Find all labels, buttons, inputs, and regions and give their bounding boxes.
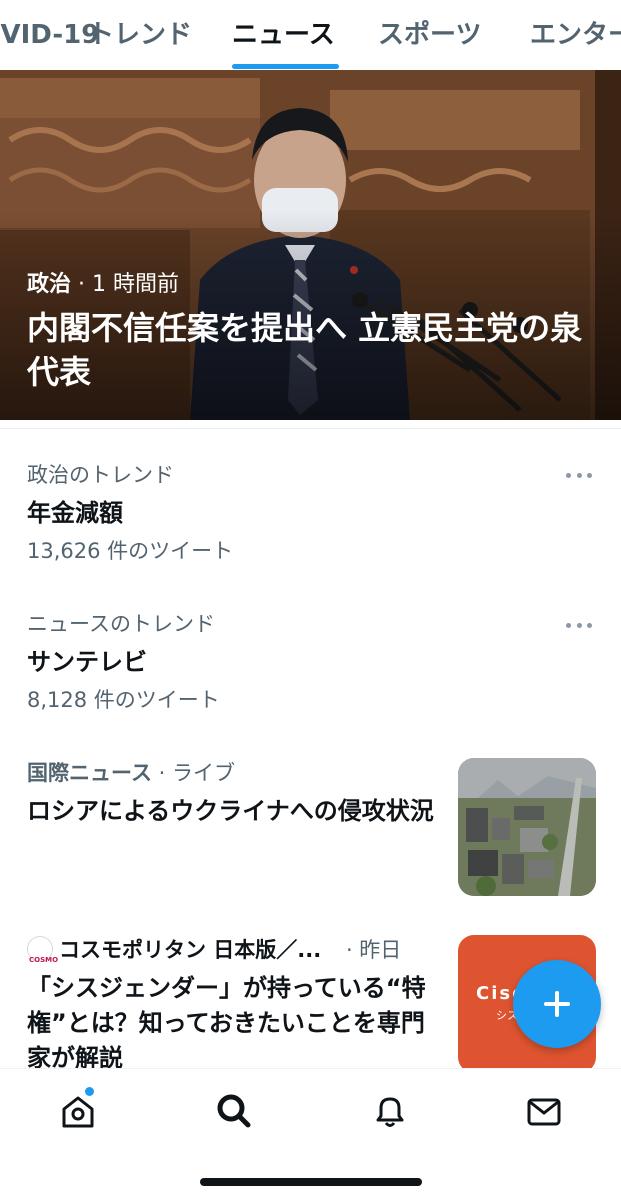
tab-entertainment[interactable]: エンターテインメント <box>530 18 621 52</box>
news-item[interactable]: 国際ニュース · ライブ ロシアによるウクライナへの侵攻状況 <box>27 758 437 829</box>
trend-name: サンテレビ <box>27 648 147 676</box>
more-icon[interactable] <box>566 471 592 479</box>
divider <box>0 428 621 429</box>
news-item[interactable]: COSMO コスモポリタン 日本版／... · 昨日 「シスジェンダー」が持ってい… <box>27 935 437 1076</box>
bell-icon <box>376 1097 404 1127</box>
tab-covid-19[interactable]: COVID-19 <box>0 18 99 52</box>
nav-messages-button[interactable] <box>522 1089 566 1133</box>
hero-category: 政治 <box>27 272 72 297</box>
home-icon <box>62 1096 94 1128</box>
cosmopolitan-logo: COSMO <box>27 936 58 964</box>
hero-title: 内閣不信任案を提出へ 立憲民主党の泉代表 <box>27 309 583 391</box>
news-category-line: 国際ニュース · ライブ <box>27 758 437 788</box>
hero-time: · 1 時間前 <box>78 272 179 297</box>
nav-notifications-button[interactable] <box>368 1089 412 1133</box>
news-source-line: COSMO コスモポリタン 日本版／... · 昨日 <box>27 935 437 965</box>
ukraine-aerial-image <box>458 758 596 896</box>
news-title: 「シスジェンダー」が持っている“特権”とは？知っておきたいことを専門家が解説 <box>27 974 426 1072</box>
trend-tweet-count: 13,626 件のツイート <box>27 539 234 563</box>
tab-trend[interactable]: トレンド <box>88 18 192 52</box>
nav-home-button[interactable] <box>56 1087 100 1133</box>
news-thumbnail[interactable] <box>458 758 596 896</box>
search-icon <box>217 1094 251 1128</box>
news-title: ロシアによるウクライナへの侵攻状況 <box>27 797 434 825</box>
notification-dot <box>85 1087 94 1096</box>
news-time: · 昨日 <box>345 938 402 962</box>
hero-meta: 政治 · 1 時間前 <box>27 266 179 298</box>
top-tab-bar: COVID-19 トレンド ニュース スポーツ エンターテインメント <box>0 0 621 70</box>
trend-category: 政治のトレンド <box>27 463 174 487</box>
news-source: コスモポリタン 日本版／... <box>59 938 322 962</box>
trend-name: 年金減額 <box>27 499 123 527</box>
active-tab-indicator <box>232 64 339 69</box>
trend-item[interactable]: ニュースのトレンド サンテレビ 8,128 件のツイート <box>27 609 597 715</box>
tab-news[interactable]: ニュース <box>232 18 335 52</box>
more-icon[interactable] <box>566 621 592 629</box>
trend-tweet-count: 8,128 件のツイート <box>27 688 220 712</box>
nav-search-button[interactable] <box>212 1089 256 1133</box>
trend-category: ニュースのトレンド <box>27 612 215 636</box>
news-category: 国際ニュース <box>27 761 152 785</box>
news-status: · ライブ <box>158 761 235 785</box>
mail-icon <box>527 1098 561 1126</box>
bottom-navigation <box>0 1068 621 1200</box>
hero-news-card[interactable]: 政治 · 1 時間前 内閣不信任案を提出へ 立憲民主党の泉代表 <box>0 70 621 420</box>
home-indicator <box>200 1178 422 1186</box>
compose-plus-button[interactable] <box>513 960 601 1048</box>
tab-sports[interactable]: スポーツ <box>378 18 481 52</box>
trend-item[interactable]: 政治のトレンド 年金減額 13,626 件のツイート <box>27 460 597 566</box>
